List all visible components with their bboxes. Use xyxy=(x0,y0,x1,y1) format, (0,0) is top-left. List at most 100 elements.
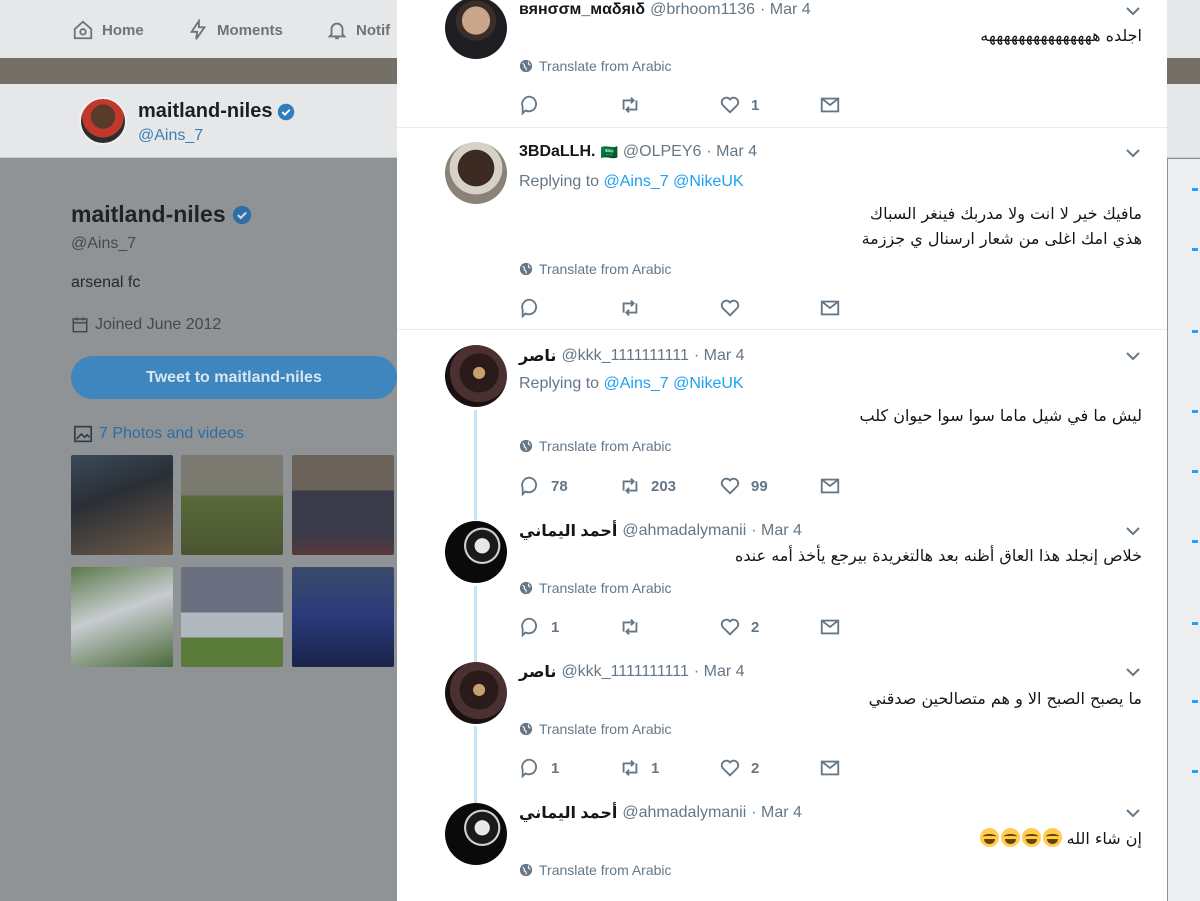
photos-videos-link[interactable]: 7 Photos and videos xyxy=(73,425,244,443)
translate-link[interactable]: Translate from Arabic xyxy=(519,58,672,74)
like-button[interactable]: 2 xyxy=(719,615,759,639)
reply-icon xyxy=(521,298,538,319)
mention-link[interactable]: @Ains_7 xyxy=(604,173,669,190)
reply-button[interactable]: 1 xyxy=(519,615,559,639)
verified-badge-icon xyxy=(278,103,295,120)
dm-button[interactable] xyxy=(819,296,841,320)
translate-link[interactable]: Translate from Arabic xyxy=(519,261,672,277)
timestamp[interactable]: · Mar 4 xyxy=(751,522,802,540)
like-button[interactable] xyxy=(719,296,751,320)
display-name[interactable]: ناصر xyxy=(519,662,556,682)
chevron-down-icon[interactable] xyxy=(1123,662,1143,682)
tweet-actions: 78 203 99 xyxy=(519,474,849,498)
avatar[interactable] xyxy=(445,345,507,407)
envelope-icon xyxy=(820,300,840,316)
display-name[interactable]: ناصر xyxy=(519,346,556,366)
retweet-icon xyxy=(622,760,638,776)
profile-name: maitland-niles xyxy=(71,201,252,228)
retweet-icon xyxy=(622,300,638,316)
display-name[interactable]: أحمد اليماني xyxy=(519,521,617,541)
mention-link[interactable]: @Ains_7 xyxy=(604,375,669,392)
timestamp[interactable]: · Mar 4 xyxy=(694,663,745,681)
dm-button[interactable] xyxy=(819,474,841,498)
like-button[interactable]: 2 xyxy=(719,756,759,780)
nav-home[interactable]: Home xyxy=(72,18,144,42)
username[interactable]: @kkk_1111111111 xyxy=(561,347,688,365)
translate-link[interactable]: Translate from Arabic xyxy=(519,580,672,596)
display-name[interactable]: 3BDaLLH. xyxy=(519,143,595,161)
translate-label: Translate from Arabic xyxy=(539,438,672,454)
tweet-item[interactable]: ناصر @kkk_1111111111 · Mar 4 ما يصبح الص… xyxy=(397,654,1167,795)
photo-thumbnail[interactable] xyxy=(181,455,283,555)
tweet-item[interactable]: 3BDaLLH. 🇸🇦 @OLPEY6 · Mar 4 Replying to … xyxy=(397,128,1167,330)
scroll-marker xyxy=(1192,770,1198,773)
tweet-item[interactable]: ناصر @kkk_1111111111 · Mar 4 Replying to… xyxy=(397,331,1167,513)
avatar[interactable] xyxy=(445,662,507,724)
photos-videos-label: 7 Photos and videos xyxy=(99,425,244,442)
avatar[interactable] xyxy=(445,142,507,204)
retweet-button[interactable]: 203 xyxy=(619,474,676,498)
photo-thumbnail[interactable] xyxy=(292,567,394,667)
profile-bar-handle[interactable]: @Ains_7 xyxy=(138,127,203,145)
username[interactable]: @ahmadalymanii xyxy=(622,522,746,540)
scroll-marker xyxy=(1192,622,1198,625)
image-icon xyxy=(74,425,92,443)
dm-button[interactable] xyxy=(819,93,841,117)
timestamp[interactable]: · Mar 4 xyxy=(706,143,757,161)
tweet-item[interactable]: أحمد اليماني @ahmadalymanii · Mar 4 إن ش… xyxy=(397,795,1167,901)
nav-notifications[interactable]: Notif xyxy=(326,18,390,42)
like-button[interactable]: 99 xyxy=(719,474,768,498)
username[interactable]: @ahmadalymanii xyxy=(622,804,746,822)
replying-to: Replying to @Ains_7 @NikeUK xyxy=(519,173,744,191)
retweet-button[interactable] xyxy=(619,296,651,320)
photo-thumbnail[interactable] xyxy=(292,455,394,555)
chevron-down-icon[interactable] xyxy=(1123,803,1143,823)
mention-link[interactable]: @NikeUK xyxy=(673,375,743,392)
chevron-down-icon[interactable] xyxy=(1123,346,1143,366)
reply-button[interactable]: 78 xyxy=(519,474,568,498)
tweet-item[interactable]: أحمد اليماني @ahmadalymanii · Mar 4 خلاص… xyxy=(397,513,1167,654)
display-name[interactable]: вянσσм_мαδяιδ xyxy=(519,1,645,19)
avatar[interactable] xyxy=(445,521,507,583)
retweet-button[interactable] xyxy=(619,93,651,117)
tweet-replies-modal: вянσσм_мαδяιδ @brhoom1136 · Mar 4 اجلده … xyxy=(397,0,1167,901)
timestamp[interactable]: · Mar 4 xyxy=(760,1,811,19)
photo-thumbnail[interactable] xyxy=(71,567,173,667)
translate-link[interactable]: Translate from Arabic xyxy=(519,862,672,878)
reply-button[interactable] xyxy=(519,93,551,117)
nav-moments[interactable]: Moments xyxy=(187,18,283,42)
globe-icon xyxy=(519,581,533,595)
username[interactable]: @kkk_1111111111 xyxy=(561,663,688,681)
envelope-icon xyxy=(820,619,840,635)
profile-joined-text: Joined June 2012 xyxy=(95,316,222,333)
username[interactable]: @brhoom1136 xyxy=(650,1,755,19)
like-count: 2 xyxy=(751,618,760,636)
profile-avatar[interactable] xyxy=(79,97,127,145)
chevron-down-icon[interactable] xyxy=(1123,143,1143,163)
translate-link[interactable]: Translate from Arabic xyxy=(519,438,672,454)
profile-bar-name[interactable]: maitland-niles xyxy=(138,100,295,123)
photo-thumbnail[interactable] xyxy=(181,567,283,667)
avatar[interactable] xyxy=(445,0,507,59)
timestamp[interactable]: · Mar 4 xyxy=(694,347,745,365)
dm-button[interactable] xyxy=(819,615,841,639)
retweet-button[interactable] xyxy=(619,615,651,639)
chevron-down-icon[interactable] xyxy=(1123,521,1143,541)
reply-button[interactable]: 1 xyxy=(519,756,559,780)
retweet-button[interactable]: 1 xyxy=(619,756,659,780)
tweet-header: أحمد اليماني @ahmadalymanii · Mar 4 xyxy=(519,521,802,541)
mention-link[interactable]: @NikeUK xyxy=(673,173,743,190)
tweet-to-button[interactable]: Tweet to maitland-niles xyxy=(71,356,397,399)
retweet-icon xyxy=(622,97,638,113)
tweet-item[interactable]: вянσσм_мαδяιδ @brhoom1136 · Mar 4 اجلده … xyxy=(397,0,1167,128)
reply-button[interactable] xyxy=(519,296,551,320)
dm-button[interactable] xyxy=(819,756,841,780)
username[interactable]: @OLPEY6 xyxy=(623,143,702,161)
avatar[interactable] xyxy=(445,803,507,865)
photo-thumbnail[interactable] xyxy=(71,455,173,555)
display-name[interactable]: أحمد اليماني xyxy=(519,803,617,823)
translate-link[interactable]: Translate from Arabic xyxy=(519,721,672,737)
like-button[interactable]: 1 xyxy=(719,93,759,117)
chevron-down-icon[interactable] xyxy=(1123,1,1143,21)
timestamp[interactable]: · Mar 4 xyxy=(751,804,802,822)
